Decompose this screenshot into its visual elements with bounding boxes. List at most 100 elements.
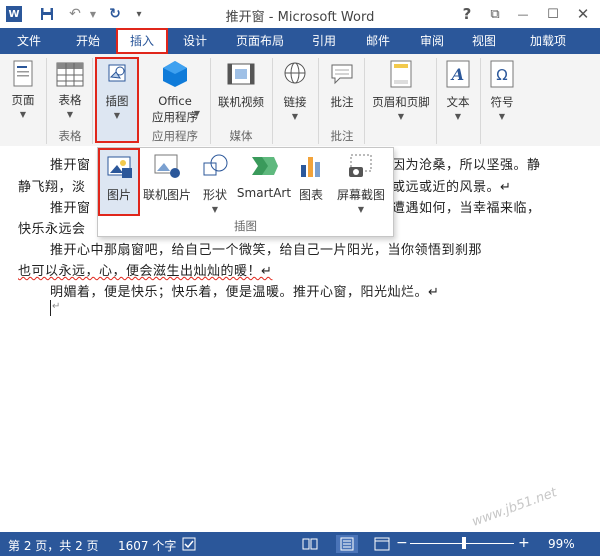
gallery-item-online-picture[interactable]: 联机图片 [142, 148, 192, 214]
doc-line-7[interactable]: 明媚着，便是快乐；快乐着，便是温暖。推开心窗，阳光灿烂。↵ [18, 281, 439, 300]
chevron-down-icon: ▼ [357, 205, 365, 214]
text-button[interactable]: A 文本 ▼ [440, 58, 476, 128]
proofing-icon[interactable] [182, 537, 198, 554]
links-button[interactable]: 链接 ▼ [276, 58, 314, 128]
illustrations-gallery: 图片 联机图片 形状 ▼ SmartArt 图表 屏幕截图 ▼ 插图 [97, 147, 394, 237]
doc-line-2[interactable]: 静飞翔，淡 [18, 176, 86, 195]
window-title: 推开窗 - Microsoft Word [225, 10, 375, 25]
chart-label: 图表 [298, 188, 323, 202]
chevron-down-icon: ▼ [291, 112, 299, 121]
screenshot-icon [347, 153, 375, 182]
gallery-group-label: 插图 [234, 219, 257, 233]
paragraph-mark: ↵ [52, 301, 61, 312]
ribbon-divider [210, 58, 211, 144]
page-icon [12, 60, 36, 91]
gallery-item-smartart[interactable]: SmartArt [236, 148, 292, 214]
text-cursor [50, 300, 51, 316]
svg-text:A: A [450, 65, 464, 84]
chevron-down-icon: ▼ [498, 112, 506, 121]
zoom-out-button[interactable]: − [396, 535, 408, 551]
gallery-item-chart[interactable]: 图表 [294, 148, 328, 214]
tab-insert[interactable]: 插入 [116, 28, 168, 54]
smartart-label: SmartArt [236, 186, 292, 200]
symbol-label: 符号 [490, 95, 514, 109]
doc-line-1[interactable]: 推开窗 [18, 154, 91, 173]
office-store-icon [162, 60, 188, 91]
header-footer-button[interactable]: 页眉和页脚 ▼ [368, 58, 434, 128]
screenshot-label: 屏幕截图 [336, 188, 385, 202]
tab-file[interactable]: 文件 [0, 28, 58, 54]
word-count-status[interactable]: 1607 个字 [118, 537, 176, 554]
gallery-item-picture[interactable]: 图片 [98, 148, 140, 216]
comment-button[interactable]: 批注 [322, 58, 362, 128]
film-icon [227, 62, 255, 89]
symbol-button[interactable]: Ω 符号 ▼ [484, 58, 520, 128]
pages-button[interactable]: 页面 ▼ [6, 58, 40, 128]
online-picture-label: 联机图片 [142, 188, 191, 202]
chevron-down-icon: ▼ [397, 112, 405, 121]
ribbon-divider [364, 58, 365, 144]
doc-line-4[interactable]: 快乐永远会 [18, 218, 86, 237]
comment-label: 批注 [330, 95, 354, 109]
minimize-button[interactable]: — [512, 4, 534, 24]
online-picture-icon [153, 153, 181, 182]
tab-addins[interactable]: 加载项 [518, 28, 578, 54]
online-video-button[interactable]: 联机视频 [214, 58, 268, 128]
doc-line-3[interactable]: 推开窗 [18, 197, 91, 216]
table-label: 表格 [58, 93, 82, 107]
doc-line-2-tail: 或远或近的风景。↵ [392, 180, 512, 195]
close-button[interactable]: ✕ [572, 4, 594, 24]
print-layout-icon[interactable] [336, 535, 358, 553]
ribbon-divider [436, 58, 437, 144]
chevron-down-icon: ▼ [193, 109, 201, 118]
online-video-label: 联机视频 [218, 95, 264, 109]
maximize-button[interactable]: ☐ [542, 4, 564, 24]
gallery-item-screenshot[interactable]: 屏幕截图 ▼ [334, 148, 388, 214]
doc-line-1-tail: 因为沧桑，所以坚强。静 [392, 158, 541, 173]
zoom-in-button[interactable]: + [518, 535, 530, 551]
shapes-label: 形状 [202, 188, 227, 202]
tab-view[interactable]: 视图 [462, 28, 506, 54]
doc-line-3-tail: 遭遇如何，当幸福来临， [392, 201, 541, 216]
web-layout-icon[interactable] [374, 537, 390, 554]
tab-mailings[interactable]: 邮件 [356, 28, 400, 54]
comment-icon [330, 62, 354, 89]
illustrations-button[interactable]: 插图 ▼ [95, 57, 139, 143]
doc-line-5[interactable]: 推开心中那扇窗吧，给自己一个微笑，给自己一片阳光，当你领悟到刹那 [18, 239, 482, 258]
group-label-table: 表格 [58, 129, 82, 143]
picture-label: 图片 [106, 188, 131, 202]
text-box-icon: A [446, 60, 470, 91]
link-icon [284, 62, 306, 87]
chevron-down-icon: ▼ [113, 111, 121, 120]
read-mode-icon[interactable] [302, 537, 318, 554]
tab-review[interactable]: 审阅 [410, 28, 454, 54]
gallery-item-shapes[interactable]: 形状 ▼ [196, 148, 234, 214]
doc-line-6[interactable]: 也可以永远，心，便会滋生出灿灿的暖！↵ [18, 260, 272, 279]
zoom-slider-handle[interactable] [462, 537, 466, 549]
office-apps-label-line1: Office [158, 94, 192, 108]
chevron-down-icon: ▼ [211, 205, 219, 214]
bar-chart-icon [298, 153, 324, 182]
illustrations-label: 插图 [105, 94, 129, 108]
ribbon-divider [272, 58, 273, 144]
page-count-status[interactable]: 第 2 页，共 2 页 [8, 537, 99, 554]
chevron-down-icon: ▼ [66, 110, 74, 119]
tab-page-layout[interactable]: 页面布局 [224, 28, 296, 54]
tab-home[interactable]: 开始 [64, 28, 112, 54]
header-footer-label: 页眉和页脚 [372, 95, 430, 109]
zoom-level[interactable]: 99% [548, 537, 575, 551]
group-label-comments: 批注 [330, 129, 354, 143]
omega-icon: Ω [490, 60, 514, 91]
group-label-apps: 应用程序 [152, 129, 198, 143]
pages-label: 页面 [11, 93, 35, 107]
links-label: 链接 [283, 95, 307, 109]
help-button[interactable]: ? [456, 4, 478, 24]
ribbon-divider [480, 58, 481, 144]
tab-design[interactable]: 设计 [172, 28, 218, 54]
ribbon-divider [92, 58, 93, 144]
table-button[interactable]: 表格 ▼ [52, 58, 88, 128]
ribbon-divider [318, 58, 319, 144]
tab-references[interactable]: 引用 [302, 28, 346, 54]
header-footer-icon [390, 60, 412, 91]
ribbon-display-options-button[interactable]: ⧉ [484, 4, 506, 24]
